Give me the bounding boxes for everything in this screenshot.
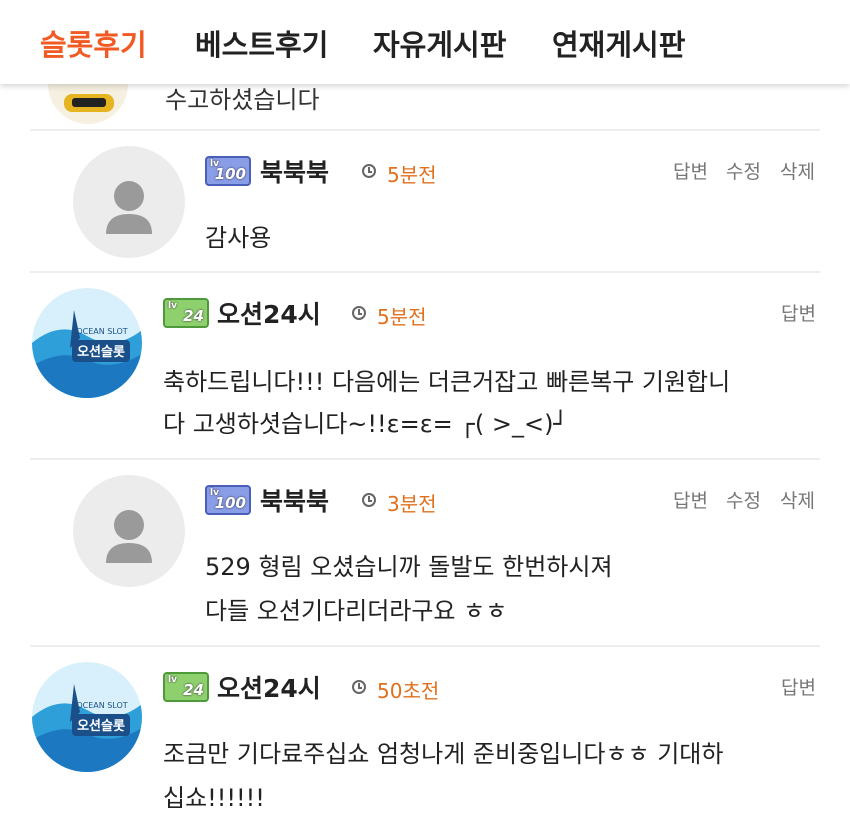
comment-text-line: 조금만 기다료주십쇼 엄청나게 준비중입니다ㅎㅎ 기대하 [163,740,724,768]
top-nav: 슬롯후기 베스트후기 자유게시판 연재게시판 [0,0,850,84]
avatar: 오션슬롯 OCEAN SLOT [32,288,142,398]
reply-comment: lv 100 북북북 5분전 답변 수정 삭제 감사용 [0,130,850,270]
svg-text:오션슬롯: 오션슬롯 [77,719,125,734]
reply-button[interactable]: 답변 [781,299,816,326]
author-name[interactable]: 북북북 [260,482,329,518]
svg-text:OCEAN SLOT: OCEAN SLOT [76,327,127,336]
user-placeholder-icon [106,510,152,563]
clock-icon [362,493,376,507]
reply-button[interactable]: 답변 [673,157,708,184]
author-name[interactable]: 오션24시 [217,669,321,705]
comment-time: 5분전 [377,305,427,329]
reply-button[interactable]: 답변 [673,486,708,513]
level-badge: lv 100 [205,485,251,515]
edit-button[interactable]: 수정 [726,486,761,513]
clock-icon [362,164,376,178]
comment-text-line: 다 고생하셧습니다~!!ε=ε= ┌( >_<)┘ [163,410,568,438]
comment: 오션슬롯 OCEAN SLOT lv 24 오션24시 5분전 답변 축하드립니다… [0,272,850,458]
comment-text-line: 축하드립니다!!! 다음에는 더큰거잡고 빠른복구 기원합니 [163,368,731,396]
level-badge: lv 100 [205,156,251,186]
avatar [48,84,128,124]
clock-icon [352,680,366,694]
author-name[interactable]: 북북북 [260,153,329,189]
ocean-slot-logo-icon: 오션슬롯 OCEAN SLOT [32,662,142,772]
avatar: 오션슬롯 OCEAN SLOT [32,662,142,772]
reply-button[interactable]: 답변 [781,673,816,700]
author-name[interactable]: 오션24시 [217,295,321,331]
tab-best-review[interactable]: 베스트후기 [195,22,328,64]
delete-button[interactable]: 삭제 [780,486,815,513]
user-placeholder-icon [106,181,152,234]
avatar [73,475,185,587]
comment-text-line: 529 형림 오셨습니까 돌발도 한번하시져 [205,553,613,581]
comment-text-line: 십쇼!!!!!! [163,784,265,812]
partial-comment: 수고하셨습니다 [0,84,850,130]
comment-time: 3분전 [387,492,437,516]
comment-text: 감사용 [205,224,272,252]
tab-series-board[interactable]: 연재게시판 [552,22,685,64]
delete-button[interactable]: 삭제 [780,157,815,184]
tab-slot-review[interactable]: 슬롯후기 [40,22,147,64]
comment-time: 50초전 [377,679,440,703]
comment-text-line: 다들 오션기다리더라구요 ㅎㅎ [205,597,508,625]
comment-time: 5분전 [387,163,437,187]
tab-free-board[interactable]: 자유게시판 [373,22,506,64]
comment: 오션슬롯 OCEAN SLOT lv 24 오션24시 50초전 답변 조금만 기… [0,646,850,839]
svg-text:OCEAN SLOT: OCEAN SLOT [76,701,127,710]
level-badge: lv 24 [163,672,209,702]
clock-icon [352,306,366,320]
comment-text: 수고하셨습니다 [165,86,320,114]
edit-button[interactable]: 수정 [726,157,761,184]
level-badge: lv 24 [163,298,209,328]
ocean-slot-logo-icon: 오션슬롯 OCEAN SLOT [32,288,142,398]
reply-comment: lv 100 북북북 3분전 답변 수정 삭제 529 형림 오셨습니까 돌발도 … [0,459,850,645]
svg-text:오션슬롯: 오션슬롯 [77,345,125,360]
avatar [73,146,185,258]
